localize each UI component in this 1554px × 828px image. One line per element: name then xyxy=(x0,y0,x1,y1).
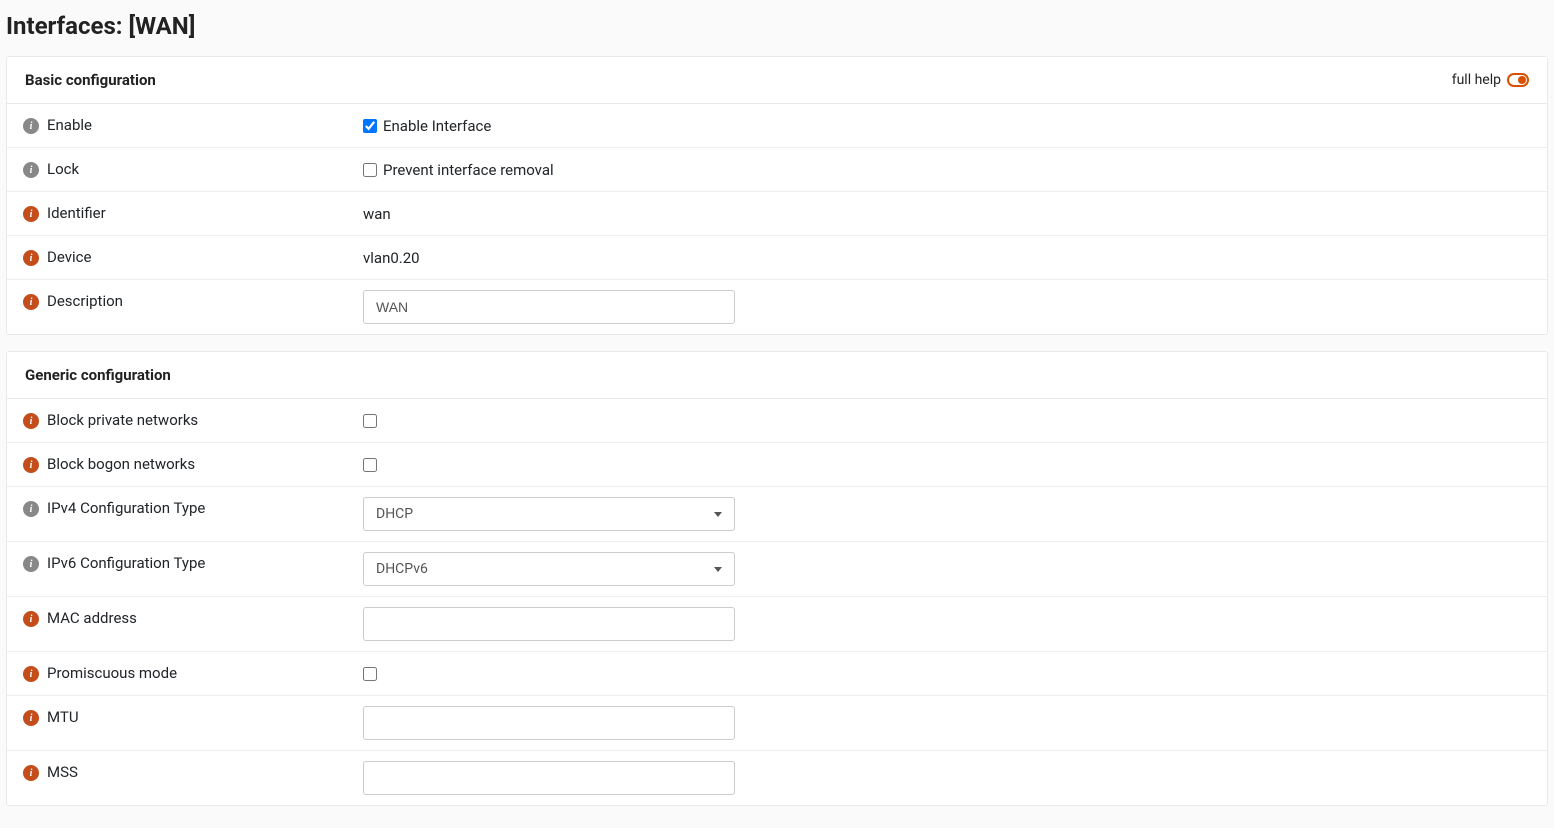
block-bogon-checkbox[interactable] xyxy=(363,458,377,472)
panel-basic-configuration: Basic configuration full help i Enable E… xyxy=(6,56,1548,335)
info-icon[interactable]: i xyxy=(23,294,39,310)
info-icon[interactable]: i xyxy=(23,118,39,134)
promiscuous-checkbox[interactable] xyxy=(363,667,377,681)
info-icon[interactable]: i xyxy=(23,556,39,572)
label-block-bogon: Block bogon networks xyxy=(47,455,195,473)
row-ipv4-type: i IPv4 Configuration Type DHCP xyxy=(7,487,1547,542)
row-mss: i MSS xyxy=(7,751,1547,805)
label-device: Device xyxy=(47,248,91,266)
label-mss: MSS xyxy=(47,763,78,781)
label-block-private: Block private networks xyxy=(47,411,198,429)
enable-checkbox[interactable] xyxy=(363,119,377,133)
full-help-label: full help xyxy=(1452,72,1501,88)
block-private-checkbox[interactable] xyxy=(363,414,377,428)
row-identifier: i Identifier wan xyxy=(7,192,1547,236)
chevron-down-icon xyxy=(714,512,722,517)
info-icon[interactable]: i xyxy=(23,765,39,781)
row-block-private: i Block private networks xyxy=(7,399,1547,443)
row-description: i Description xyxy=(7,280,1547,334)
ipv6-type-value: DHCPv6 xyxy=(376,561,428,577)
info-icon[interactable]: i xyxy=(23,162,39,178)
info-icon[interactable]: i xyxy=(23,413,39,429)
panel-header-basic: Basic configuration full help xyxy=(7,57,1547,104)
label-ipv4-type: IPv4 Configuration Type xyxy=(47,499,205,517)
mss-input[interactable] xyxy=(363,761,735,795)
info-icon[interactable]: i xyxy=(23,206,39,222)
label-mtu: MTU xyxy=(47,708,79,726)
full-help-toggle[interactable]: full help xyxy=(1452,72,1529,88)
row-mtu: i MTU xyxy=(7,696,1547,751)
panel-title-basic: Basic configuration xyxy=(25,71,156,89)
label-promiscuous: Promiscuous mode xyxy=(47,664,177,682)
ipv6-type-select[interactable]: DHCPv6 xyxy=(363,552,735,586)
enable-checkbox-label: Enable Interface xyxy=(383,117,491,135)
row-lock: i Lock Prevent interface removal xyxy=(7,148,1547,192)
label-identifier: Identifier xyxy=(47,204,106,222)
panel-title-generic: Generic configuration xyxy=(25,366,171,384)
row-mac: i MAC address xyxy=(7,597,1547,652)
info-icon[interactable]: i xyxy=(23,501,39,517)
lock-checkbox-label: Prevent interface removal xyxy=(383,161,554,179)
toggle-icon xyxy=(1507,73,1529,87)
info-icon[interactable]: i xyxy=(23,611,39,627)
info-icon[interactable]: i xyxy=(23,710,39,726)
row-device: i Device vlan0.20 xyxy=(7,236,1547,280)
info-icon[interactable]: i xyxy=(23,666,39,682)
row-block-bogon: i Block bogon networks xyxy=(7,443,1547,487)
row-enable: i Enable Enable Interface xyxy=(7,104,1547,148)
row-promiscuous: i Promiscuous mode xyxy=(7,652,1547,696)
identifier-value: wan xyxy=(363,205,391,223)
page-title: Interfaces: [WAN] xyxy=(0,0,1554,56)
panel-generic-configuration: Generic configuration i Block private ne… xyxy=(6,351,1548,806)
device-value: vlan0.20 xyxy=(363,249,420,267)
mac-input[interactable] xyxy=(363,607,735,641)
lock-checkbox[interactable] xyxy=(363,163,377,177)
row-ipv6-type: i IPv6 Configuration Type DHCPv6 xyxy=(7,542,1547,597)
mtu-input[interactable] xyxy=(363,706,735,740)
label-ipv6-type: IPv6 Configuration Type xyxy=(47,554,205,572)
ipv4-type-value: DHCP xyxy=(376,506,413,522)
label-lock: Lock xyxy=(47,160,79,178)
label-description: Description xyxy=(47,292,123,310)
panel-header-generic: Generic configuration xyxy=(7,352,1547,399)
label-mac: MAC address xyxy=(47,609,137,627)
ipv4-type-select[interactable]: DHCP xyxy=(363,497,735,531)
info-icon[interactable]: i xyxy=(23,250,39,266)
chevron-down-icon xyxy=(714,567,722,572)
label-enable: Enable xyxy=(47,116,92,134)
description-input[interactable] xyxy=(363,290,735,324)
info-icon[interactable]: i xyxy=(23,457,39,473)
